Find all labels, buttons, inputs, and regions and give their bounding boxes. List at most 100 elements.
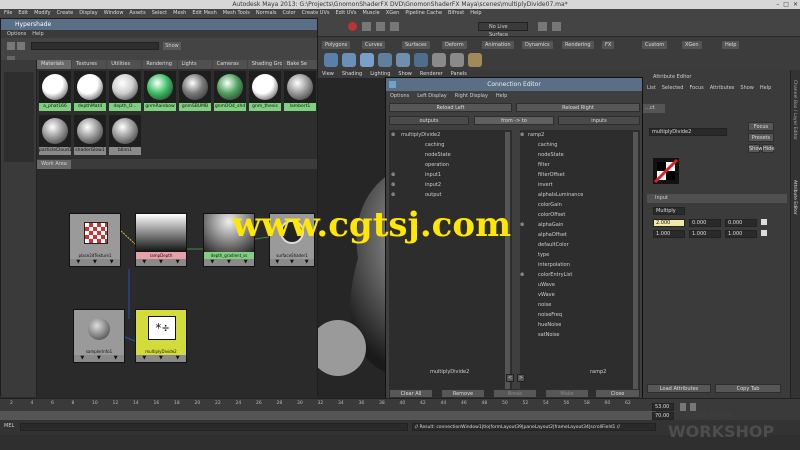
node-tab[interactable]: …ct	[643, 104, 665, 113]
main-menu-item[interactable]: Window	[104, 9, 124, 18]
material-swatch[interactable]	[214, 71, 246, 103]
graph-materials-icon[interactable]	[7, 42, 15, 50]
command-input[interactable]	[20, 423, 408, 431]
port-arrow-icon[interactable]: ▼	[97, 355, 101, 362]
ipr-render-icon[interactable]	[552, 22, 561, 31]
shelf-tab[interactable]: Dynamics	[522, 41, 553, 49]
input-attribute-item[interactable]: colorGain	[538, 202, 562, 209]
port-arrow-icon[interactable]: ▼	[176, 355, 180, 362]
show-attr-button[interactable]: Show	[748, 144, 763, 153]
material-swatch[interactable]	[284, 71, 316, 103]
attribute-editor-menu-item[interactable]: Show	[740, 84, 754, 92]
side-tab-channel-box[interactable]: Channel Box / Layer Editor	[792, 80, 797, 140]
port-arrow-icon[interactable]: ▼	[305, 259, 309, 266]
node-name-field[interactable]: multiplyDivide2	[649, 128, 727, 136]
main-menu-item[interactable]: Display	[79, 9, 97, 18]
input-attribute-item[interactable]: vWave	[538, 292, 555, 299]
shelf-tab[interactable]: Rendering	[562, 41, 594, 49]
output-attribute-item[interactable]: nodeState	[425, 152, 451, 159]
main-menu-item[interactable]: Pipeline Cache	[405, 9, 442, 18]
swatch-label[interactable]: lambert1	[284, 103, 316, 111]
port-arrow-icon[interactable]: ▼	[176, 259, 180, 266]
hypershade-tab[interactable]: Cameras	[212, 60, 247, 69]
input-attribute-item[interactable]: defaultColor	[538, 242, 569, 249]
shelf-tab[interactable]: Curves	[362, 41, 386, 49]
swatch-label[interactable]: gnmSBUMB	[179, 103, 211, 111]
shelf-tab[interactable]: Surfaces	[402, 41, 430, 49]
material-swatch[interactable]	[109, 71, 141, 103]
input-attribute-item[interactable]: invert	[538, 182, 553, 189]
operation-dropdown[interactable]: Multiply	[653, 207, 685, 215]
output-attribute-item[interactable]: caching	[425, 142, 444, 149]
work-area-graph[interactable]: place2dTexture1 ▼ ▼ ▼ rampDepth ▼ ▼ ▼ depth_grad…	[37, 169, 317, 397]
attribute-editor-menu-item[interactable]: Focus	[689, 84, 703, 92]
swatch-label[interactable]: gnmOO4_shd	[214, 103, 246, 111]
shelf-tab[interactable]: XGen	[682, 41, 702, 49]
side-tab-attribute-editor[interactable]: Attribute Editor	[792, 180, 797, 215]
minimize-icon[interactable]: –	[776, 0, 779, 9]
create-list[interactable]	[4, 72, 34, 162]
snap-point-icon[interactable]	[390, 22, 399, 31]
main-menu-item[interactable]: Edit UVs	[335, 9, 356, 18]
swatch-label[interactable]: depth_O...	[109, 103, 141, 111]
swatch-label[interactable]: particleCloud1	[39, 147, 71, 155]
input-attribute-item[interactable]: satNoise	[538, 332, 560, 339]
attribute-editor-menu-item[interactable]: Help	[760, 84, 771, 92]
main-menu-item[interactable]: Create UVs	[302, 9, 330, 18]
hypershade-tab[interactable]: Textures	[72, 60, 107, 69]
main-menu-item[interactable]: Muscle	[362, 9, 379, 18]
material-swatch[interactable]	[39, 71, 71, 103]
main-menu-item[interactable]: Edit	[18, 9, 28, 18]
connection-editor-menu-item[interactable]: Help	[496, 92, 507, 100]
polygon-cylinder-icon[interactable]	[360, 53, 374, 67]
remove-button[interactable]: Remove	[441, 389, 485, 398]
snap-grid-icon[interactable]	[362, 22, 371, 31]
input-section-header[interactable]: Input	[647, 194, 787, 203]
port-arrow-icon[interactable]: ▼	[80, 355, 84, 362]
main-menu-item[interactable]: Color	[283, 9, 296, 18]
shading-node[interactable]: rampDepth ▼ ▼ ▼	[135, 213, 187, 267]
input1-y-field[interactable]: 0.000	[689, 219, 721, 227]
main-menu-item[interactable]: Create	[57, 9, 74, 18]
input2-y-field[interactable]: 1.000	[689, 230, 721, 238]
material-swatch[interactable]	[74, 71, 106, 103]
output-attribute-item[interactable]: multiplyDivide2	[401, 132, 440, 139]
port-arrow-icon[interactable]: ▼	[275, 259, 279, 266]
output-attribute-item[interactable]: input1	[425, 172, 441, 179]
port-arrow-icon[interactable]: ▼	[159, 259, 163, 266]
range-slider[interactable]	[0, 411, 656, 420]
port-arrow-icon[interactable]: ▼	[244, 259, 248, 266]
port-arrow-icon[interactable]: ▼	[142, 259, 146, 266]
attribute-editor-menu-item[interactable]: List	[647, 84, 656, 92]
from-to-button[interactable]: from -> to	[474, 116, 554, 125]
main-menu-item[interactable]: Modify	[34, 9, 51, 18]
main-menu-item[interactable]: Mesh	[173, 9, 186, 18]
polygon-cone-icon[interactable]	[378, 53, 392, 67]
input-attribute-item[interactable]: noiseFreq	[538, 312, 562, 319]
port-arrow-icon[interactable]: ▼	[159, 355, 163, 362]
connection-editor-menu-item[interactable]: Right Display	[455, 92, 488, 100]
hypershade-tab[interactable]: Shading Groups	[247, 60, 282, 69]
swatch-label[interactable]: blinn1	[109, 147, 141, 155]
live-surface-field[interactable]: No Live Surface	[478, 22, 528, 38]
main-menu-item[interactable]: Normals	[256, 9, 277, 18]
shading-node[interactable]: samplerInfo1 ▼ ▼ ▼	[73, 309, 125, 363]
main-menu-item[interactable]: Help	[470, 9, 481, 18]
shelf-tab[interactable]: Deform	[442, 41, 467, 49]
material-swatch[interactable]	[109, 115, 141, 147]
hypershade-tab[interactable]: Lights	[177, 60, 212, 69]
shelf-tab[interactable]: Animation	[482, 41, 514, 49]
separate-icon[interactable]	[450, 53, 464, 67]
material-swatch[interactable]	[179, 71, 211, 103]
viewport-menu-item[interactable]: Shading	[342, 70, 362, 78]
input-attribute-item[interactable]: uWave	[538, 282, 555, 289]
render-icon[interactable]	[538, 22, 547, 31]
shelf-tab[interactable]: Custom	[642, 41, 668, 49]
attribute-editor-panel[interactable]: Attribute Editor List Selected Focus Attrib…	[643, 70, 800, 400]
swatch-label[interactable]: gnm_thesis	[249, 103, 281, 111]
main-menu-item[interactable]: Bifrost	[448, 9, 464, 18]
port-arrow-icon[interactable]: ▼	[142, 355, 146, 362]
input-attribute-item[interactable]: alphaGain	[538, 222, 563, 229]
reload-left-button[interactable]: Reload Left	[389, 103, 512, 112]
material-swatch[interactable]	[39, 115, 71, 147]
